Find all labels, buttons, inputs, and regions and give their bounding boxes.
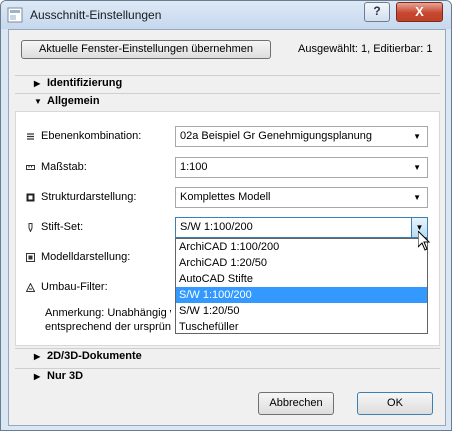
chevron-down-icon: ▼ (413, 193, 421, 202)
scale-icon (26, 165, 35, 170)
expand-arrow-icon: ▶ (34, 79, 41, 88)
massstab-label: Maßstab: (41, 161, 87, 173)
ebenenkombination-value: 02a Beispiel Gr Genehmigungsplanung (180, 130, 373, 142)
cancel-button[interactable]: Abbrechen (258, 392, 334, 415)
umbau-filter-label: Umbau-Filter: (41, 281, 108, 293)
section-allgemein[interactable]: ▼ Allgemein (15, 93, 440, 109)
stiftset-option[interactable]: ArchiCAD 1:100/200 (176, 239, 427, 255)
stiftset-option[interactable]: S/W 1:20/50 (176, 303, 427, 319)
section-nur3d-label: Nur 3D (47, 370, 84, 382)
stiftset-label: Stift-Set: (41, 221, 84, 233)
note-text: Anmerkung: Unabhängig von entsprechend d… (45, 306, 171, 334)
note-line-2: entsprechend der ursprünglic (45, 321, 171, 333)
chevron-down-icon: ▼ (413, 132, 421, 141)
massstab-value: 1:100 (180, 161, 208, 173)
chevron-down-icon: ▼ (413, 163, 421, 172)
ebenenkombination-label: Ebenenkombination: (41, 130, 142, 142)
expand-arrow-icon: ▶ (34, 372, 41, 381)
window-title: Ausschnitt-Einstellungen (30, 8, 162, 22)
modelldarstellung-label: Modelldarstellung: (41, 251, 131, 263)
section-identifizierung-label: Identifizierung (47, 77, 123, 89)
section-2d3d-dokumente[interactable]: ▶ 2D/3D-Dokumente (15, 348, 440, 364)
stiftset-value: S/W 1:100/200 (180, 221, 253, 233)
stiftset-option[interactable]: AutoCAD Stifte (176, 271, 427, 287)
section-nur-3d[interactable]: ▶ Nur 3D (15, 368, 440, 384)
ok-button[interactable]: OK (357, 392, 433, 415)
title-bar: Ausschnitt-Einstellungen ? X (1, 1, 451, 29)
stiftset-dropdown-list[interactable]: ArchiCAD 1:100/200 ArchiCAD 1:20/50 Auto… (175, 238, 428, 334)
app-icon (7, 7, 23, 23)
note-line-1: Anmerkung: Unabhängig von (45, 307, 171, 319)
dialog-window: Ausschnitt-Einstellungen ? X Aktuelle Fe… (0, 0, 452, 431)
selection-status: Ausgewählt: 1, Editierbar: 1 (298, 43, 433, 55)
stiftset-option-selected[interactable]: S/W 1:100/200 (176, 287, 427, 303)
renovation-filter-icon (26, 283, 35, 292)
massstab-select[interactable]: 1:100 ▼ (175, 157, 428, 178)
help-button[interactable]: ? (364, 2, 390, 22)
section-allgemein-label: Allgemein (47, 95, 100, 107)
expand-arrow-icon: ▶ (34, 352, 41, 361)
layer-combination-icon (27, 133, 34, 140)
close-button[interactable]: X (396, 2, 443, 22)
strukturdarstellung-value: Komplettes Modell (180, 191, 271, 203)
collapse-arrow-icon: ▼ (34, 97, 42, 106)
strukturdarstellung-select[interactable]: Komplettes Modell ▼ (175, 187, 428, 208)
stiftset-select[interactable]: S/W 1:100/200 ▼ (175, 217, 428, 238)
strukturdarstellung-label: Strukturdarstellung: (41, 191, 137, 203)
model-display-icon (26, 253, 35, 262)
section-2d3d-label: 2D/3D-Dokumente (47, 350, 142, 362)
stiftset-option[interactable]: Tuschefüller (176, 319, 427, 335)
stiftset-option[interactable]: ArchiCAD 1:20/50 (176, 255, 427, 271)
structure-display-icon (26, 193, 35, 202)
section-identifizierung[interactable]: ▶ Identifizierung (15, 75, 440, 91)
pen-set-icon (28, 223, 33, 232)
mouse-cursor-icon (418, 231, 430, 251)
ebenenkombination-select[interactable]: 02a Beispiel Gr Genehmigungsplanung ▼ (175, 126, 428, 147)
apply-current-window-settings-button[interactable]: Aktuelle Fenster-Einstellungen übernehme… (21, 40, 271, 59)
